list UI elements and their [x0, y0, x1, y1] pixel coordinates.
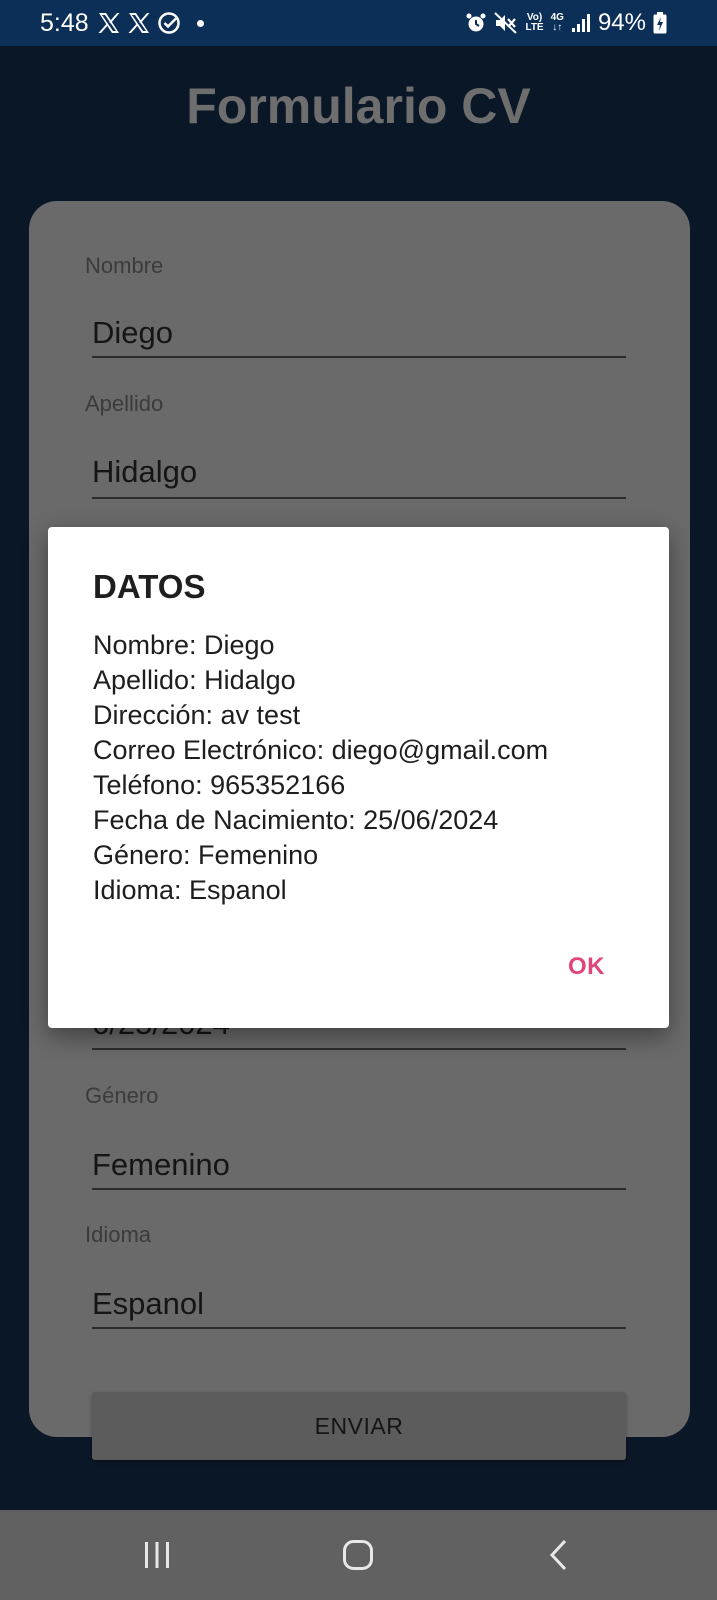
genero-underline	[92, 1188, 626, 1190]
idioma-label: Idioma	[85, 1222, 152, 1247]
volte-icon: Vo) LTE	[525, 13, 543, 33]
status-notification-icons	[97, 10, 204, 36]
page-title: Formulario CV	[186, 78, 531, 134]
x-icon	[98, 13, 120, 33]
signal-icon	[571, 14, 590, 32]
nombre-underline	[92, 356, 626, 358]
recent-apps-button[interactable]	[135, 1533, 179, 1577]
battery-percentage: 94%	[597, 9, 646, 36]
genero-select[interactable]: Femenino	[92, 1143, 616, 1193]
idioma-select[interactable]: Espanol	[92, 1282, 616, 1332]
mute-icon	[494, 12, 518, 34]
status-bar: 5:48 Vo) LTE 4G ↓↑ 94%	[0, 0, 717, 46]
apellido-label: Apellido	[85, 391, 164, 416]
dialog-line-telefono: Teléfono: 965352166	[93, 770, 346, 800]
home-button[interactable]	[336, 1533, 380, 1577]
apellido-underline	[92, 497, 626, 499]
dialog-line-idioma: Idioma: Espanol	[93, 875, 287, 905]
dialog-line-apellido: Apellido: Hidalgo	[93, 665, 296, 695]
navigation-bar	[0, 1510, 717, 1600]
dialog-line-fecha: Fecha de Nacimiento: 25/06/2024	[93, 805, 499, 835]
status-time: 5:48	[40, 9, 89, 37]
home-icon	[343, 1540, 373, 1570]
nombre-input[interactable]: Diego	[92, 311, 616, 361]
dialog-title: DATOS	[93, 568, 206, 605]
datos-dialog: DATOS Nombre: Diego Apellido: Hidalgo Di…	[48, 527, 669, 1028]
enviar-button[interactable]: ENVIAR	[92, 1392, 626, 1460]
dialog-line-genero: Género: Femenino	[93, 840, 319, 870]
dialog-message: Nombre: Diego Apellido: Hidalgo Direcció…	[93, 628, 653, 908]
battery-icon	[653, 12, 667, 34]
volte-label-bottom: LTE	[525, 22, 544, 33]
alarm-icon	[466, 13, 486, 32]
genero-label: Género	[85, 1083, 159, 1108]
dialog-line-direccion: Dirección: av test	[93, 700, 301, 730]
recent-apps-icon	[145, 1542, 169, 1568]
notification-dot	[197, 19, 204, 27]
nombre-label: Nombre	[85, 253, 164, 278]
idioma-underline	[92, 1327, 626, 1329]
fecha-nacimiento-underline	[92, 1048, 626, 1050]
apellido-input[interactable]: Hidalgo	[92, 450, 616, 500]
data-arrows-icon: ↓↑	[552, 22, 563, 33]
4g-icon: 4G ↓↑	[551, 13, 564, 33]
dialog-line-nombre: Nombre: Diego	[93, 630, 275, 660]
dialog-line-correo: Correo Electrónico: diego@gmail.com	[93, 735, 549, 765]
check-circle-icon	[158, 12, 180, 34]
x-icon	[128, 13, 150, 33]
back-button[interactable]	[537, 1533, 581, 1577]
ok-button[interactable]: OK	[568, 952, 605, 982]
status-system-icons: Vo) LTE 4G ↓↑ 94%	[465, 10, 667, 36]
back-icon	[549, 1539, 567, 1571]
